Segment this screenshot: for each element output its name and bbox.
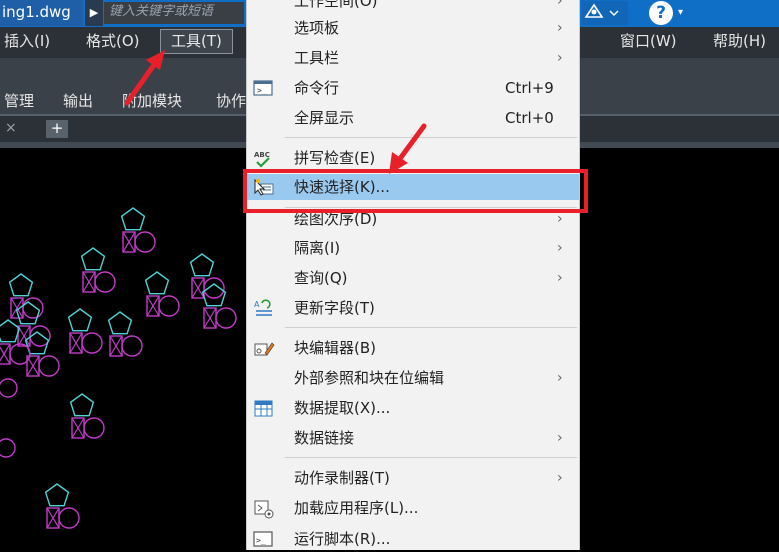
cad-symbol [44, 483, 80, 529]
block-editor-icon [253, 339, 275, 357]
menu-item-shortcut: Ctrl+0 [505, 109, 554, 127]
cad-circle [0, 438, 16, 458]
chevron-right-icon: › [557, 20, 563, 36]
cad-symbol [69, 393, 105, 439]
svg-text:A: A [254, 300, 260, 309]
chevron-right-icon: › [557, 211, 563, 227]
cad-symbol [189, 253, 225, 299]
menu-item-label: 数据链接 [294, 429, 355, 447]
cad-symbol [80, 247, 116, 293]
chevron-right-icon: › [557, 430, 563, 446]
menu-item[interactable]: 隔离(I) › [247, 235, 579, 261]
menu-item[interactable]: 外部参照和块在位编辑 › [247, 365, 579, 391]
menu-item[interactable]: >_ 运行脚本(R)... [247, 526, 579, 552]
chevron-right-icon: › [557, 0, 563, 9]
cad-symbol [107, 311, 143, 357]
cad-symbol [15, 301, 51, 347]
user-icon[interactable] [582, 1, 628, 25]
quick-select-icon [253, 178, 274, 196]
menu-separator [285, 327, 577, 328]
menu-item-label: 数据提取(X)... [294, 399, 391, 417]
chevron-right-icon: › [557, 370, 563, 386]
update-fields-icon: A [253, 299, 273, 317]
menu-item[interactable]: 快速选择(K)... [247, 174, 579, 200]
menu-item[interactable]: 块编辑器(B) [247, 335, 579, 361]
menu-item[interactable]: 绘图次序(D) › [247, 206, 579, 232]
menu-format[interactable]: 格式(O) [86, 27, 140, 58]
menu-item-label: 快速选择(K)... [294, 178, 390, 196]
cad-symbol [8, 273, 44, 319]
spell-check-icon: ABC [253, 149, 273, 168]
data-extraction-icon [253, 399, 273, 417]
menu-item-label: 命令行 [294, 79, 340, 97]
ribbon-tab-addins[interactable]: 附加模块 [122, 90, 182, 111]
menu-item-label: 选项板 [294, 19, 340, 37]
menu-item[interactable]: 工作空间(O) › [247, 0, 579, 14]
menu-item-label: 工作空间(O) [294, 0, 378, 10]
menu-item-label: 拼写检查(E) [294, 149, 376, 167]
svg-text:>_: >_ [256, 536, 266, 545]
menu-item[interactable]: 数据链接 › [247, 425, 579, 451]
menu-tools[interactable]: 工具(T) [160, 29, 233, 54]
search-input[interactable]: 键入关键字或短语 [104, 2, 244, 24]
close-icon[interactable]: × [5, 120, 17, 136]
add-tab-button[interactable]: + [46, 120, 68, 138]
help-circle: ? [649, 1, 673, 25]
cad-symbol [144, 271, 180, 317]
menu-item[interactable]: 查询(Q) › [247, 265, 579, 291]
file-tab[interactable]: ing1.dwg [0, 0, 83, 26]
cad-symbol [201, 283, 237, 329]
menu-item[interactable]: 全屏显示 Ctrl+0 [247, 105, 579, 131]
ribbon-tab-collaborate[interactable]: 协作 [216, 90, 246, 111]
menu-item[interactable]: >_ 命令行 Ctrl+9 [247, 75, 579, 101]
menu-window[interactable]: 窗口(W) [620, 27, 677, 58]
ribbon-tab-output[interactable]: 输出 [63, 90, 93, 111]
cad-symbol [120, 207, 156, 253]
menu-item[interactable]: 数据提取(X)... [247, 395, 579, 421]
menu-item[interactable]: 工具栏 › [247, 45, 579, 71]
menu-item-label: 动作录制器(T) [294, 469, 390, 487]
chevron-right-icon: › [557, 240, 563, 256]
menu-item[interactable]: A 更新字段(T) [247, 295, 579, 321]
menu-item-label: 块编辑器(B) [294, 339, 376, 357]
tools-dropdown-menu: 工作空间(O) › 选项板 › 工具栏 › >_ 命令行 Ctrl+9 全屏显示 Ctrl+0 ABC… [246, 0, 580, 550]
menu-item-label: 更新字段(T) [294, 299, 375, 317]
chevron-right-icon: › [557, 470, 563, 486]
command-line-icon: >_ [253, 79, 273, 97]
menu-item-shortcut: Ctrl+9 [505, 79, 554, 97]
load-application-icon [253, 499, 274, 519]
run-script-icon: >_ [253, 530, 273, 548]
menu-insert[interactable]: 插入(I) [4, 27, 50, 58]
menu-separator [285, 457, 577, 458]
svg-text:ABC: ABC [254, 151, 270, 159]
chevron-down-icon: ▾ [678, 7, 684, 18]
menu-item-label: 外部参照和块在位编辑 [294, 369, 445, 387]
menu-separator [285, 207, 577, 208]
menu-item[interactable]: ABC 拼写检查(E) [247, 145, 579, 171]
cad-circle [0, 378, 18, 398]
ribbon-tab-manage[interactable]: 管理 [4, 90, 34, 111]
menu-item-label: 全屏显示 [294, 109, 355, 127]
cad-drawing [0, 207, 237, 529]
menu-item-label: 运行脚本(R)... [294, 530, 391, 548]
menu-item[interactable]: 加载应用程序(L)... [247, 495, 579, 521]
menu-help[interactable]: 帮助(H) [713, 27, 766, 58]
user-icon-glyph [584, 3, 619, 18]
help-icon[interactable]: ? ▾ [640, 0, 695, 26]
menu-item[interactable]: 动作录制器(T) › [247, 465, 579, 491]
cad-symbol [67, 308, 103, 354]
menu-item-label: 绘图次序(D) [294, 210, 378, 228]
svg-text:>_: >_ [257, 86, 267, 95]
menu-item-label: 隔离(I) [294, 239, 341, 257]
menu-item[interactable]: 选项板 › [247, 15, 579, 41]
menu-item-label: 工具栏 [294, 49, 340, 67]
chevron-right-icon: › [557, 50, 563, 66]
chevron-right-icon: › [557, 270, 563, 286]
menu-item-label: 加载应用程序(L)... [294, 499, 419, 517]
play-icon[interactable]: ▶ [85, 0, 103, 26]
menu-item-label: 查询(Q) [294, 269, 348, 287]
menu-separator [285, 137, 577, 138]
